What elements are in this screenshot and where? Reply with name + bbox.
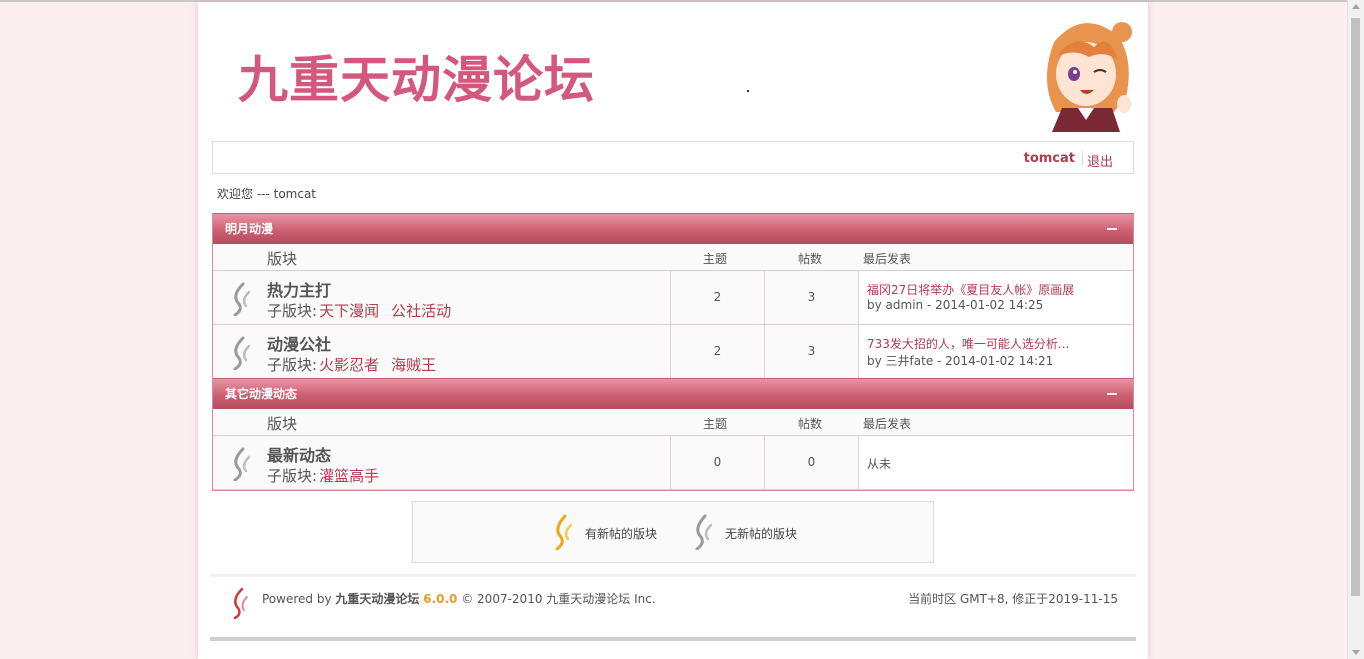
version-number: 6.0.0: [423, 592, 458, 606]
userbar-divider: [1082, 151, 1083, 165]
logout-link[interactable]: 退出: [1087, 151, 1113, 170]
forum-row: 最新动态 子版块: 灌篮高手 0 0 从未: [213, 436, 1133, 490]
subforum-list: 子版块: 灌篮高手: [267, 465, 379, 486]
no-new-posts-icon: [695, 514, 713, 550]
last-post-link[interactable]: 733发大招的人，唯一可能人选分析...: [867, 335, 1069, 352]
forum-row: 动漫公社 子版块: 火影忍者 海贼王 2 3 733发大招的人，唯一可能人选分析..…: [213, 325, 1133, 379]
column-board: 版块: [267, 415, 298, 433]
column-header-row: 版块 主题 帖数 最后发表: [213, 409, 1133, 436]
column-last-post: 最后发表: [863, 252, 912, 266]
collapse-icon[interactable]: [1107, 228, 1117, 230]
scroll-down-icon[interactable]: [1352, 650, 1360, 655]
subforum-label: 子版块:: [267, 302, 318, 320]
category-header[interactable]: 明月动漫: [213, 213, 1133, 244]
subforum-list: 子版块: 天下漫闻 公社活动: [267, 300, 451, 321]
subforum-link[interactable]: 公社活动: [391, 302, 451, 320]
no-new-posts-icon: [233, 447, 251, 481]
column-header-row: 版块 主题 帖数 最后发表: [213, 244, 1133, 271]
topics-count: 2: [670, 325, 764, 378]
footer-divider-top: [210, 574, 1136, 577]
subforum-label: 子版块:: [267, 356, 318, 374]
category-section-2: 其它动漫动态 版块 主题 帖数 最后发表 最新动态 子版块: 灌篮高手 0 0 从…: [212, 378, 1134, 491]
category-section-1: 明月动漫 版块 主题 帖数 最后发表 热力主打 子版块: 天下漫闻 公社活动 2 3…: [212, 213, 1134, 380]
subforum-link[interactable]: 海贼王: [391, 356, 436, 374]
new-posts-icon: [555, 514, 573, 550]
copyright: © 2007-2010 九重天动漫论坛 Inc.: [461, 592, 656, 606]
welcome-message: 欢迎您 --- tomcat: [217, 187, 317, 201]
category-title: 明月动漫: [225, 222, 274, 236]
posts-count: 3: [764, 271, 858, 324]
timezone-info: 当前时区 GMT+8, 修正于2019-11-15: [908, 592, 1118, 606]
scroll-thumb[interactable]: [1351, 18, 1360, 596]
forum-name-link[interactable]: 动漫公社: [267, 331, 331, 355]
last-post-cell: 从未: [858, 436, 1133, 489]
column-topics: 主题: [703, 417, 728, 431]
column-posts: 帖数: [798, 417, 823, 431]
site-logo[interactable]: 九重天动漫论坛: [238, 40, 595, 112]
last-post-never: 从未: [867, 457, 892, 471]
column-board: 版块: [267, 250, 298, 268]
forum-row: 热力主打 子版块: 天下漫闻 公社活动 2 3 福冈27日将举办《夏目友人帐》原画展…: [213, 271, 1133, 325]
topics-count: 0: [670, 436, 764, 489]
legend-new-label: 有新帖的版块: [585, 527, 658, 541]
last-post-cell: 福冈27日将举办《夏目友人帐》原画展 by admin - 2014-01-02…: [858, 271, 1133, 324]
last-post-link[interactable]: 福冈27日将举办《夏目友人帐》原画展: [867, 281, 1074, 298]
forum-name-link[interactable]: 最新动态: [267, 442, 331, 466]
category-title: 其它动漫动态: [225, 387, 298, 401]
powered-prefix: Powered by: [262, 592, 332, 606]
last-post-author: by admin - 2014-01-02 14:25: [867, 298, 1044, 312]
last-post-cell: 733发大招的人，唯一可能人选分析... by 三井fate - 2014-01…: [858, 325, 1133, 378]
posts-count: 0: [764, 436, 858, 489]
topics-count: 2: [670, 271, 764, 324]
powered-by: Powered by 九重天动漫论坛 6.0.0 © 2007-2010 九重天…: [262, 590, 656, 607]
footer-divider-bottom: [210, 637, 1136, 641]
subforum-link[interactable]: 灌篮高手: [319, 467, 379, 485]
page-container: 九重天动漫论坛 tomcat 退出 欢迎您 --- tomcat 明月动漫 版块…: [198, 2, 1148, 659]
column-posts: 帖数: [798, 252, 823, 266]
subforum-label: 子版块:: [267, 467, 318, 485]
no-new-posts-icon: [233, 282, 251, 316]
footer-brand-link[interactable]: 九重天动漫论坛: [335, 592, 419, 606]
scroll-up-icon[interactable]: [1352, 4, 1360, 9]
posts-count: 3: [764, 325, 858, 378]
anime-girl-mascot-icon: [1046, 22, 1132, 132]
collapse-icon[interactable]: [1107, 393, 1117, 395]
forum-logo-icon: [233, 587, 248, 619]
category-header[interactable]: 其它动漫动态: [213, 378, 1133, 409]
icon-legend: 有新帖的版块 无新帖的版块: [412, 501, 934, 563]
legend-no-new-label: 无新帖的版块: [725, 527, 798, 541]
username-link[interactable]: tomcat: [1024, 151, 1075, 166]
subforum-list: 子版块: 火影忍者 海贼王: [267, 354, 436, 375]
user-bar: tomcat 退出: [212, 141, 1134, 174]
header-dot: [747, 90, 749, 92]
vertical-scrollbar[interactable]: [1347, 0, 1364, 659]
last-post-author: by 三井fate - 2014-01-02 14:21: [867, 354, 1054, 368]
subforum-link[interactable]: 天下漫闻: [319, 302, 379, 320]
no-new-posts-icon: [233, 336, 251, 370]
column-last-post: 最后发表: [863, 417, 912, 431]
subforum-link[interactable]: 火影忍者: [319, 356, 379, 374]
column-topics: 主题: [703, 252, 728, 266]
forum-name-link[interactable]: 热力主打: [267, 277, 331, 301]
